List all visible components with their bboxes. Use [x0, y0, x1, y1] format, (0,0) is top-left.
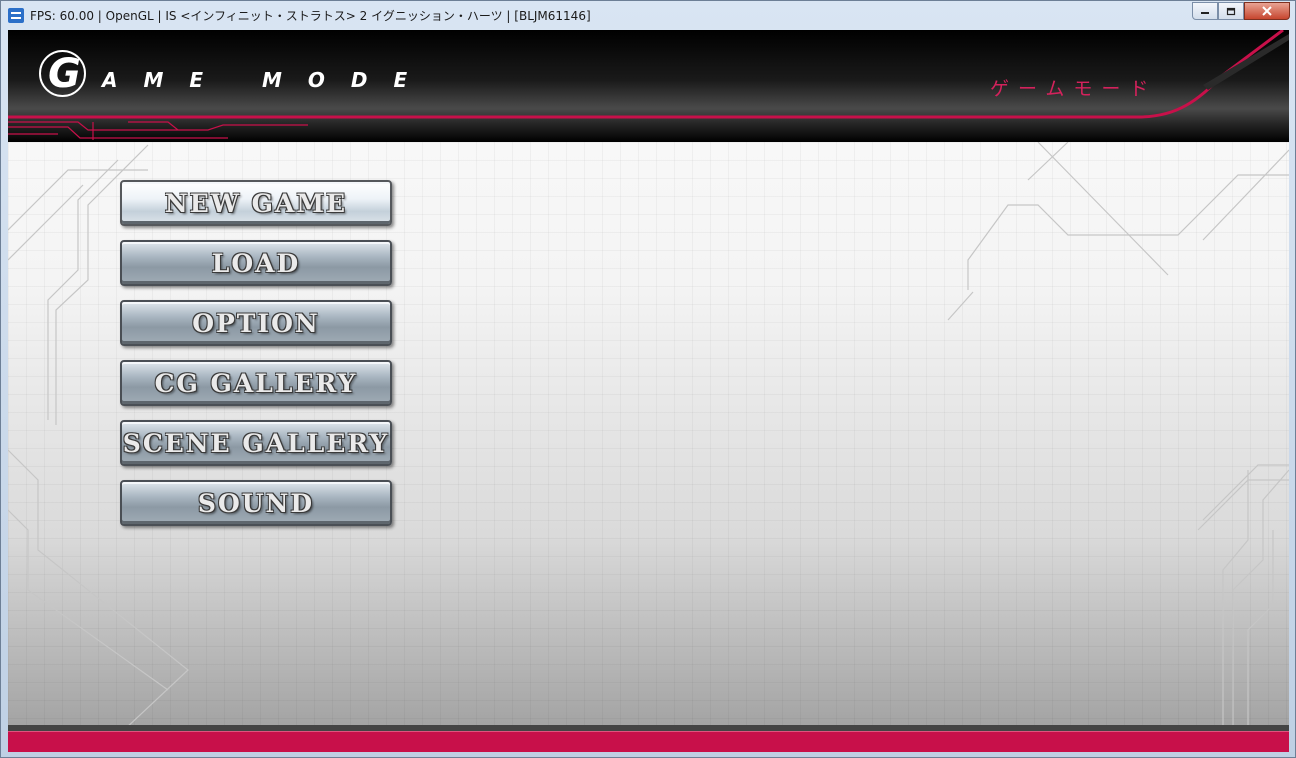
sound-label: SOUND — [197, 488, 315, 518]
option-label: OPTION — [192, 308, 320, 338]
load-button[interactable]: LOAD — [120, 240, 392, 286]
scene-gallery-button[interactable]: SCENE GALLERY — [120, 420, 392, 466]
restore-button[interactable] — [1218, 2, 1244, 20]
game-screen: G AME MODE ゲームモード NEW GAME LOAD OPTION C… — [8, 30, 1289, 752]
game-mode-title: AME MODE — [102, 68, 434, 92]
close-icon — [1262, 6, 1272, 16]
header-banner: G AME MODE ゲームモード — [8, 30, 1289, 142]
minimize-icon — [1201, 12, 1209, 14]
new-game-button[interactable]: NEW GAME — [120, 180, 392, 226]
emulator-window: FPS: 60.00 | OpenGL | IS <インフィニット・ストラトス>… — [0, 0, 1296, 758]
minimize-button[interactable] — [1192, 2, 1218, 20]
option-button[interactable]: OPTION — [120, 300, 392, 346]
cg-gallery-label: CG GALLERY — [154, 368, 358, 398]
load-label: LOAD — [211, 248, 301, 278]
new-game-label: NEW GAME — [164, 188, 348, 218]
japanese-title: ゲームモード — [990, 78, 1158, 100]
scene-gallery-label: SCENE GALLERY — [122, 428, 390, 458]
app-icon — [8, 8, 24, 23]
footer-accent-bar — [8, 731, 1289, 752]
close-button[interactable] — [1244, 2, 1290, 20]
window-controls — [1192, 2, 1290, 20]
window-title: FPS: 60.00 | OpenGL | IS <インフィニット・ストラトス>… — [30, 9, 591, 23]
restore-icon — [1226, 7, 1236, 15]
sound-button[interactable]: SOUND — [120, 480, 392, 526]
cg-gallery-button[interactable]: CG GALLERY — [120, 360, 392, 406]
title-bar[interactable]: FPS: 60.00 | OpenGL | IS <インフィニット・ストラトス>… — [1, 1, 1295, 30]
logo-letter: G — [48, 51, 81, 97]
